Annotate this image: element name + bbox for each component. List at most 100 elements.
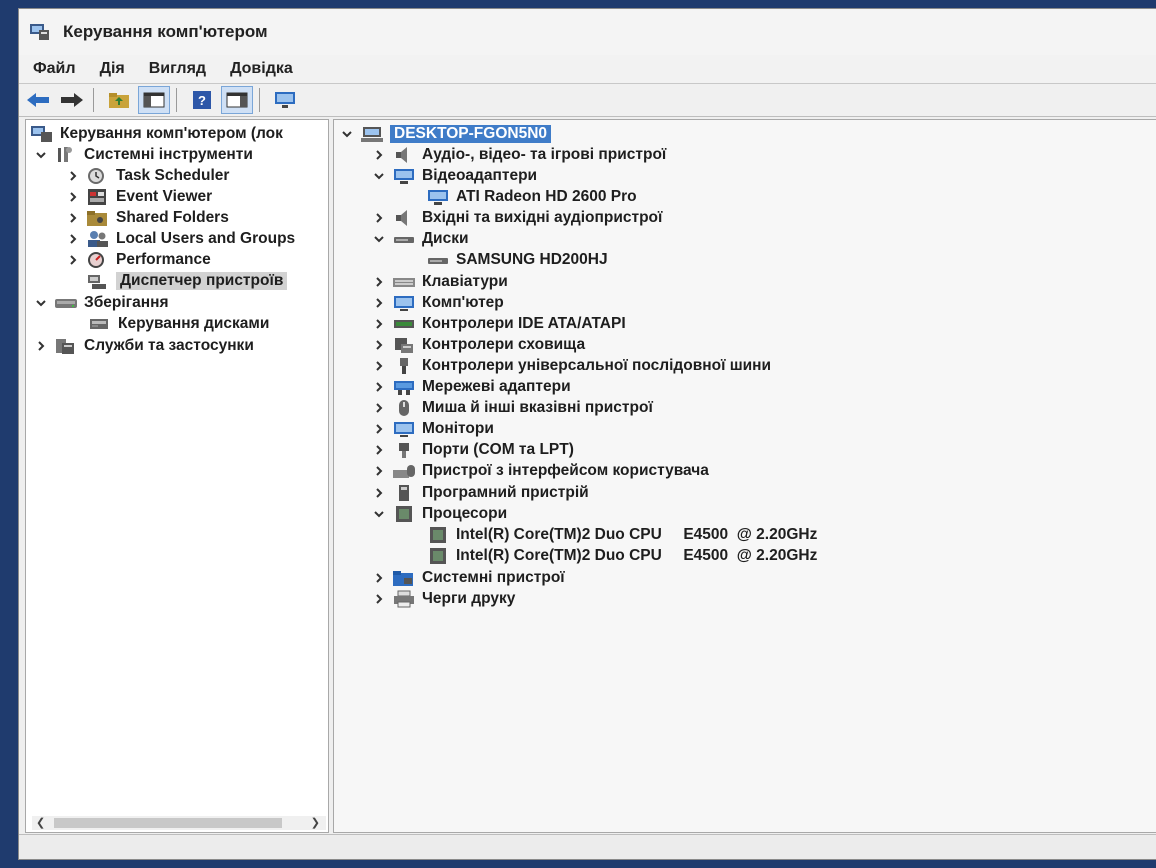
device-category-storage-controllers[interactable]: Контролери сховища — [372, 334, 585, 355]
device-category-label: Миша й інші вказівні пристрої — [422, 398, 653, 416]
device-label: Intel(R) Core(TM)2 Duo CPU E4500 @ 2.20G… — [456, 525, 818, 543]
up-folder-icon[interactable] — [104, 87, 134, 113]
display-adapter-icon — [392, 167, 416, 185]
tree-label: Зберігання — [84, 293, 169, 311]
device-category-mice[interactable]: Миша й інші вказівні пристрої — [372, 397, 653, 418]
chevron-right-icon[interactable] — [66, 232, 80, 246]
tree-item-performance[interactable]: Performance — [66, 249, 211, 270]
device-label: ATI Radeon HD 2600 Pro — [456, 187, 637, 205]
chevron-right-icon[interactable] — [372, 422, 386, 436]
back-icon[interactable] — [23, 87, 53, 113]
chevron-right-icon[interactable] — [372, 443, 386, 457]
device-item-disk[interactable]: SAMSUNG HD200HJ — [426, 249, 608, 270]
device-category-display-adapters[interactable]: Відеоадаптери — [372, 165, 537, 186]
device-category-label: Контролери IDE ATA/ATAPI — [422, 314, 626, 332]
chevron-right-icon[interactable] — [372, 401, 386, 415]
status-bar — [19, 834, 1156, 859]
toolbar-separator — [259, 88, 260, 112]
port-icon — [392, 441, 416, 459]
chevron-right-icon[interactable] — [372, 317, 386, 331]
ide-controller-icon — [392, 315, 416, 333]
chevron-right-icon[interactable] — [372, 211, 386, 225]
chevron-right-icon[interactable] — [372, 275, 386, 289]
device-tree-pane: DESKTOP-FGON5N0 Аудіо-, відео- та ігрові… — [333, 119, 1156, 833]
device-category-ports[interactable]: Порти (COM та LPT) — [372, 439, 574, 460]
forward-icon[interactable] — [57, 87, 87, 113]
help-icon[interactable]: ? — [187, 87, 217, 113]
tree-label: Керування комп'ютером (лок — [60, 124, 283, 142]
chevron-down-icon[interactable] — [340, 127, 354, 141]
device-category-software[interactable]: Програмний пристрій — [372, 482, 589, 503]
tree-item-task-scheduler[interactable]: Task Scheduler — [66, 165, 229, 186]
chevron-down-icon[interactable] — [372, 507, 386, 521]
processor-icon — [426, 526, 450, 544]
show-hide-console-tree-icon[interactable] — [138, 86, 170, 114]
monitor-icon[interactable] — [270, 87, 300, 113]
device-category-audio-video[interactable]: Аудіо-, відео- та ігрові пристрої — [372, 144, 666, 165]
device-category-label: Відеоадаптери — [422, 166, 538, 184]
tree-label: Shared Folders — [116, 208, 229, 226]
chevron-right-icon[interactable] — [66, 190, 80, 204]
device-category-system[interactable]: Системні пристрої — [372, 567, 565, 588]
chevron-down-icon[interactable] — [34, 148, 48, 162]
menu-file[interactable]: Файл — [19, 60, 88, 78]
device-category-disks[interactable]: Диски — [372, 228, 468, 249]
tree-item-system-tools[interactable]: Системні інструменти — [34, 144, 253, 165]
tree-item-device-manager[interactable]: Диспетчер пристроїв — [86, 270, 288, 291]
device-tree-computer[interactable]: DESKTOP-FGON5N0 — [340, 123, 552, 144]
device-category-keyboards[interactable]: Клавіатури — [372, 271, 508, 292]
device-category-label: Монітори — [422, 419, 494, 437]
menu-action[interactable]: Дія — [88, 60, 137, 78]
chevron-right-icon[interactable] — [372, 464, 386, 478]
scrollbar-thumb[interactable] — [54, 818, 282, 828]
device-item-gpu[interactable]: ATI Radeon HD 2600 Pro — [426, 186, 637, 207]
device-category-network[interactable]: Мережеві адаптери — [372, 376, 571, 397]
show-hide-action-pane-icon[interactable] — [221, 86, 253, 114]
chevron-right-icon[interactable] — [66, 169, 80, 183]
tree-item-local-users[interactable]: Local Users and Groups — [66, 228, 295, 249]
device-category-computer[interactable]: Комп'ютер — [372, 292, 504, 313]
chevron-right-icon[interactable] — [372, 359, 386, 373]
chevron-down-icon[interactable] — [34, 296, 48, 310]
device-item-cpu[interactable]: Intel(R) Core(TM)2 Duo CPU E4500 @ 2.20G… — [426, 545, 817, 566]
chevron-right-icon[interactable] — [372, 148, 386, 162]
chevron-right-icon[interactable] — [372, 486, 386, 500]
chevron-right-icon[interactable] — [66, 253, 80, 267]
device-category-processors[interactable]: Процесори — [372, 503, 507, 524]
chevron-right-icon[interactable] — [372, 296, 386, 310]
device-category-monitors[interactable]: Монітори — [372, 418, 494, 439]
processor-icon — [426, 547, 450, 565]
chevron-right-icon[interactable] — [372, 592, 386, 606]
tree-item-disk-management[interactable]: Керування дисками — [88, 313, 269, 334]
chevron-down-icon[interactable] — [372, 232, 386, 246]
tree-item-services-apps[interactable]: Служби та застосунки — [34, 335, 254, 356]
menu-view[interactable]: Вигляд — [137, 60, 218, 78]
device-category-label: Черги друку — [422, 589, 516, 607]
chevron-down-icon[interactable] — [372, 169, 386, 183]
storage-controller-icon — [392, 336, 416, 354]
performance-icon — [86, 251, 110, 269]
tree-item-event-viewer[interactable]: Event Viewer — [66, 186, 212, 207]
tree-item-shared-folders[interactable]: Shared Folders — [66, 207, 229, 228]
device-category-hid[interactable]: Пристрої з інтерфейсом користувача — [372, 460, 709, 481]
horizontal-scrollbar[interactable]: ❮ ❯ — [32, 816, 326, 830]
chevron-right-icon[interactable] — [372, 571, 386, 585]
scroll-right-icon[interactable]: ❯ — [311, 816, 320, 829]
device-category-label: Диски — [422, 229, 469, 247]
chevron-right-icon[interactable] — [372, 380, 386, 394]
menu-help[interactable]: Довідка — [218, 60, 305, 78]
device-category-audio-io[interactable]: Вхідні та вихідні аудіопристрої — [372, 207, 662, 228]
device-category-print-queues[interactable]: Черги друку — [372, 588, 515, 609]
scroll-left-icon[interactable]: ❮ — [36, 816, 45, 829]
chevron-right-icon[interactable] — [372, 338, 386, 352]
title-bar[interactable]: Керування комп'ютером — [19, 9, 1156, 55]
tree-item-storage[interactable]: Зберігання — [34, 292, 169, 313]
chevron-right-icon[interactable] — [34, 339, 48, 353]
chevron-right-icon[interactable] — [66, 211, 80, 225]
tree-root-computer-management[interactable]: Керування комп'ютером (лок — [30, 123, 283, 144]
tree-label: Системні інструменти — [84, 145, 253, 163]
console-tree-pane: Керування комп'ютером (лок Системні інст… — [25, 119, 329, 833]
device-category-usb[interactable]: Контролери універсальної послідовної шин… — [372, 355, 771, 376]
device-item-cpu[interactable]: Intel(R) Core(TM)2 Duo CPU E4500 @ 2.20G… — [426, 524, 817, 545]
device-category-ide[interactable]: Контролери IDE ATA/ATAPI — [372, 313, 626, 334]
